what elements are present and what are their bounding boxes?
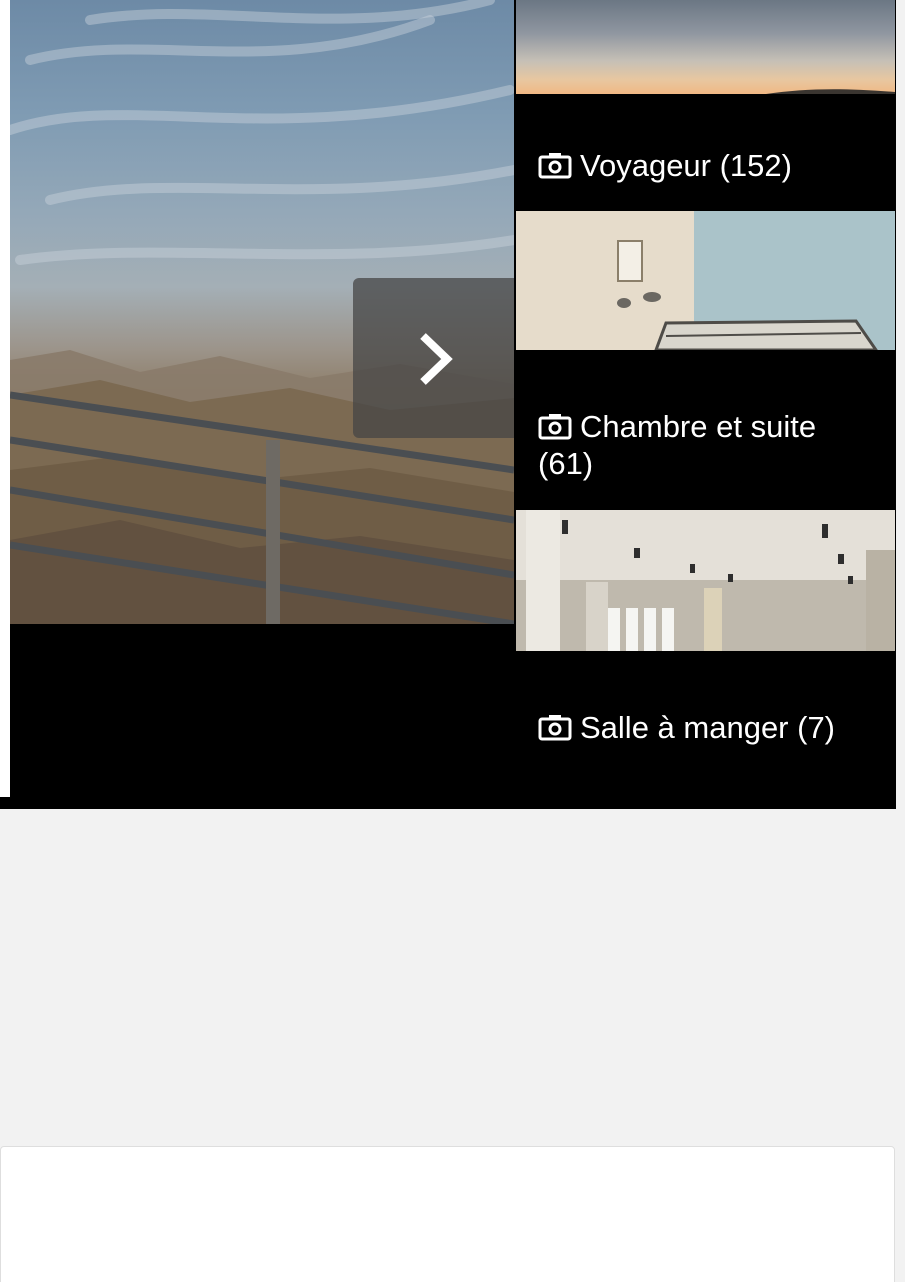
camera-icon xyxy=(538,153,572,179)
next-photo-button[interactable] xyxy=(353,278,514,438)
gallery-left-border xyxy=(0,0,10,797)
camera-icon xyxy=(538,715,572,741)
category-tile-salle-a-manger[interactable]: Salle à manger (7) xyxy=(516,510,895,809)
category-label: Salle à manger (7) xyxy=(538,709,877,746)
category-tile-voyageur[interactable]: Voyageur (152) xyxy=(516,0,895,209)
hero-caption-area xyxy=(10,624,514,809)
sunset-thumbnail-art xyxy=(766,89,895,94)
category-label: Chambre et suite (61) xyxy=(538,408,877,482)
page: Voyageur (152) Chambre et suite (61) Sal… xyxy=(0,0,905,1282)
content-card xyxy=(0,1146,895,1282)
dining-room-thumbnail-art xyxy=(516,510,895,651)
room-thumbnail-art xyxy=(516,211,895,350)
category-tile-chambre-et-suite[interactable]: Chambre et suite (61) xyxy=(516,211,895,508)
photo-gallery: Voyageur (152) Chambre et suite (61) Sal… xyxy=(0,0,896,809)
category-label-text: Chambre et suite (61) xyxy=(538,409,817,481)
camera-icon xyxy=(538,414,572,440)
category-thumbnail xyxy=(516,0,895,94)
category-thumbnail xyxy=(516,211,895,350)
category-label: Voyageur (152) xyxy=(538,147,877,184)
chevron-right-icon xyxy=(420,333,453,385)
category-label-text: Salle à manger (7) xyxy=(580,710,836,745)
category-label-text: Voyageur (152) xyxy=(580,148,792,183)
category-thumbnail xyxy=(516,510,895,651)
gallery-corner-mark xyxy=(0,797,12,807)
